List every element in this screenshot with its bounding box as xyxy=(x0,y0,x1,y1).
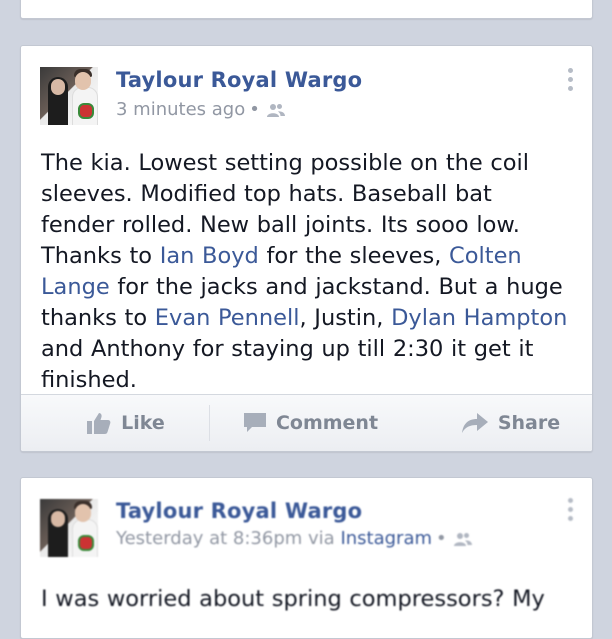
post-text-segment: and Anthony for staying up till 2:30 it … xyxy=(41,336,534,393)
mention-link[interactable]: Ian Boyd xyxy=(160,243,259,269)
post-text-segment: for the sleeves, xyxy=(258,243,450,269)
post-body-preview: I was worried about spring compressors? … xyxy=(41,586,545,612)
friends-icon[interactable] xyxy=(453,532,473,546)
comment-label: Comment xyxy=(275,412,379,434)
mention-link[interactable]: Evan Pennell xyxy=(155,305,300,331)
share-arrow-icon xyxy=(461,413,488,433)
share-button[interactable]: Share xyxy=(441,395,581,451)
post-meta: 3 minutes ago • xyxy=(116,99,286,120)
post-card: Taylour Royal Wargo 3 minutes ago • The k… xyxy=(20,45,593,452)
friends-icon[interactable] xyxy=(266,103,286,117)
post-options-icon[interactable] xyxy=(568,68,574,95)
comment-button[interactable]: Comment xyxy=(236,395,386,451)
like-button[interactable]: Like xyxy=(61,395,191,451)
post-timestamp[interactable]: 3 minutes ago xyxy=(116,99,245,120)
post-timestamp[interactable]: Yesterday at 8:36pm xyxy=(116,528,302,549)
post-meta: Yesterday at 8:36pm via Instagram • xyxy=(116,528,473,549)
post-author-name[interactable]: Taylour Royal Wargo xyxy=(116,499,362,523)
like-label: Like xyxy=(121,412,165,434)
meta-separator: • xyxy=(436,528,447,549)
previous-post-card xyxy=(20,0,593,19)
comment-icon xyxy=(243,413,266,432)
action-divider xyxy=(209,405,210,441)
post-action-bar: Like Comment Share xyxy=(21,394,592,451)
next-post-card: Taylour Royal Wargo Yesterday at 8:36pm … xyxy=(20,477,593,639)
thumbs-up-icon xyxy=(87,413,111,434)
post-author-name[interactable]: Taylour Royal Wargo xyxy=(116,68,362,92)
post-options-icon[interactable] xyxy=(568,498,574,525)
post-text-segment: , Justin, xyxy=(299,305,392,331)
via-label: via xyxy=(308,528,335,549)
author-avatar[interactable] xyxy=(40,67,98,125)
post-body: The kia. Lowest setting possible on the … xyxy=(41,148,571,396)
share-label: Share xyxy=(497,412,561,434)
meta-separator: • xyxy=(249,99,260,120)
via-app-link[interactable]: Instagram xyxy=(340,528,432,549)
author-avatar[interactable] xyxy=(40,499,98,557)
mention-link[interactable]: Dylan Hampton xyxy=(391,305,567,331)
